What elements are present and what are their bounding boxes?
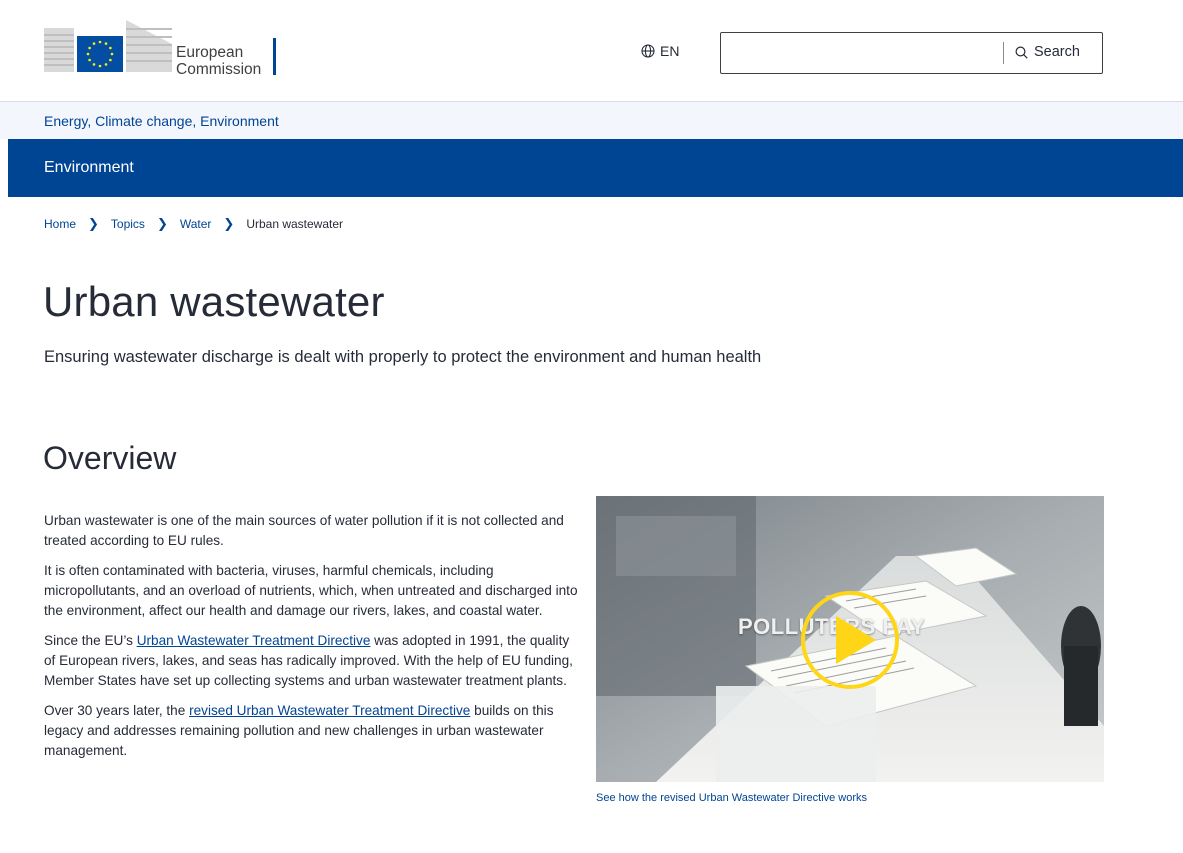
language-code: EN [660,43,680,59]
search-divider [1003,42,1004,64]
chevron-right-icon: ❯ [156,216,168,231]
paragraph-text: Since the EU’s [44,633,137,648]
chevron-right-icon: ❯ [223,216,235,231]
logo-line-1: European [176,44,244,61]
search-button[interactable]: Search [1015,44,1080,60]
commission-building-icon [44,20,172,76]
video-player[interactable]: POLLUTERS PAY [596,496,1104,782]
overview-heading: Overview [43,440,177,476]
uwwtd-link[interactable]: Urban Wastewater Treatment Directive [137,633,371,648]
section-bar: Environment [8,139,1183,197]
play-icon[interactable] [798,588,902,692]
breadcrumb-home[interactable]: Home [44,217,76,231]
european-commission-logo[interactable]: European Commission [44,14,284,78]
logo-line-2: Commission [176,61,262,78]
logo-divider [273,38,276,75]
site-topics-bar: Energy, Climate change, Environment [0,101,1183,139]
search-icon [1015,45,1028,59]
search-button-label: Search [1034,44,1080,60]
overview-paragraph-3: Since the EU’s Urban Wastewater Treatmen… [44,631,584,691]
video-overlay: POLLUTERS PAY [596,496,1104,782]
overview-paragraph-1: Urban wastewater is one of the main sour… [44,513,564,548]
overview-paragraph-4: Over 30 years later, the revised Urban W… [44,701,584,761]
search-box: Search [720,32,1103,74]
overview-paragraph-2: It is often contaminated with bacteria, … [44,563,578,618]
overview-text: Urban wastewater is one of the main sour… [44,511,584,771]
logo-text: European Commission [176,44,261,78]
breadcrumb-topics[interactable]: Topics [111,217,145,231]
language-selector[interactable]: EN [641,43,679,59]
paragraph-text: Over 30 years later, the [44,703,190,718]
video-caption[interactable]: See how the revised Urban Wastewater Dir… [596,792,867,804]
breadcrumb: Home ❯ Topics ❯ Water ❯ Urban wastewater [44,216,343,232]
breadcrumb-water[interactable]: Water [180,217,212,231]
page-title: Urban wastewater [43,278,385,325]
site-topics-link[interactable]: Energy, Climate change, Environment [44,113,279,129]
page-subtitle: Ensuring wastewater discharge is dealt w… [44,348,762,366]
chevron-right-icon: ❯ [88,216,99,231]
globe-icon [641,44,655,58]
breadcrumb-current: Urban wastewater [246,217,344,231]
revised-uwwtd-link[interactable]: revised Urban Wastewater Treatment Direc… [189,703,470,718]
section-title[interactable]: Environment [44,159,134,177]
search-input[interactable] [723,35,999,71]
site-header: European Commission EN Search [0,0,1183,101]
